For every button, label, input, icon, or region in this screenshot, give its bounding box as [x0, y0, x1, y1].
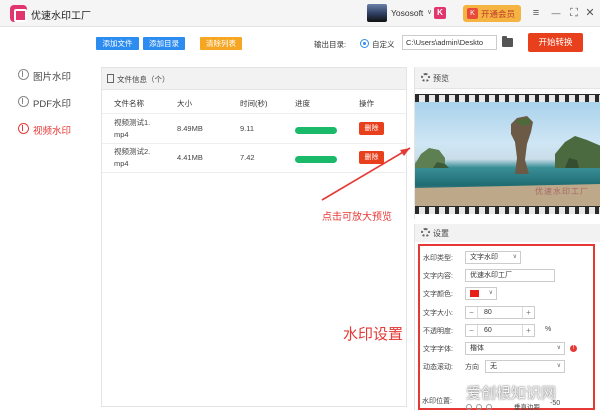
- image-watermark-icon: [18, 69, 29, 80]
- direction-select[interactable]: 无 ∨: [485, 360, 565, 373]
- video-watermark-icon: [18, 123, 29, 134]
- opacity-stepper[interactable]: − 60 +: [465, 324, 535, 337]
- sidebar-item-label: 图片水印: [33, 72, 72, 83]
- preview-scene: 优速水印工厂: [415, 102, 600, 206]
- add-file-button[interactable]: 添加文件: [96, 37, 139, 50]
- file-time: 7.42: [240, 153, 255, 162]
- file-size: 4.41MB: [177, 153, 203, 162]
- info-icon[interactable]: !: [570, 345, 577, 352]
- file-name: 视频测试2. mp4: [114, 147, 151, 168]
- settings-title: 设置: [433, 229, 449, 238]
- text-content-field[interactable]: 优速水印工厂: [465, 269, 555, 282]
- sidebar-item-label: 视频水印: [33, 126, 72, 137]
- preview-image[interactable]: 优速水印工厂: [415, 94, 600, 214]
- sidebar-item-label: PDF水印: [33, 99, 72, 110]
- dynamic-scroll-label: 动态滚动:: [423, 364, 453, 371]
- maximize-button[interactable]: ⛶: [566, 5, 582, 21]
- gear-icon: [421, 73, 430, 82]
- start-button[interactable]: 开始转换: [528, 33, 583, 52]
- column-header-progress: 进度: [295, 99, 310, 108]
- watermark-type-select[interactable]: 文字水印 ∨: [465, 251, 521, 264]
- settings-header: 设置: [415, 224, 600, 242]
- output-path-field[interactable]: C:\Users\admin\Deskto: [402, 35, 497, 50]
- brand-badge-icon: K: [434, 7, 446, 19]
- title-bar: 优速水印工厂 Yososoft ∨ K K 开通会员 ≡ — ⛶ ✕: [0, 0, 600, 27]
- direction-label: 方向: [465, 364, 479, 371]
- delete-button[interactable]: 删除: [359, 122, 384, 135]
- film-strip-bottom: [415, 207, 600, 214]
- text-size-stepper[interactable]: − 80 +: [465, 306, 535, 319]
- settings-hint-annotation: 水印设置: [343, 326, 404, 343]
- close-button[interactable]: ✕: [582, 5, 598, 21]
- chevron-down-icon: ∨: [556, 345, 561, 351]
- text-size-label: 文字大小:: [423, 310, 453, 317]
- progress-bar: [295, 127, 337, 134]
- chevron-down-icon[interactable]: ∨: [427, 8, 432, 16]
- decrement-button[interactable]: −: [466, 325, 478, 336]
- font-select[interactable]: 楷体 ∨: [465, 342, 565, 355]
- app-title: 优速水印工厂: [31, 11, 91, 22]
- file-name: 视频测试1. mp4: [114, 118, 151, 139]
- watermark-position-label: 水印位置:: [422, 398, 452, 405]
- color-swatch: [470, 290, 479, 297]
- clear-list-button[interactable]: 清除列表: [200, 37, 242, 50]
- output-dir-label: 输出目录:: [314, 40, 347, 49]
- document-icon: [107, 74, 114, 83]
- opacity-label: 不透明度:: [423, 328, 453, 335]
- sidebar: 图片水印 PDF水印 视频水印: [0, 28, 90, 410]
- file-size: 8.49MB: [177, 124, 203, 133]
- chevron-down-icon: ∨: [512, 254, 517, 260]
- film-strip-top: [415, 95, 600, 102]
- vip-icon: K: [467, 8, 478, 19]
- add-folder-button[interactable]: 添加目录: [143, 37, 185, 50]
- site-watermark: 爱创根知识网: [466, 385, 557, 402]
- preview-header: 预览: [415, 67, 600, 89]
- opacity-unit: %: [545, 326, 552, 333]
- custom-radio-label[interactable]: 自定义: [372, 39, 395, 50]
- preview-hint-annotation: 点击可放大预览: [322, 212, 392, 223]
- toolbar: 添加文件 添加目录 清除列表 输出目录: 自定义 C:\Users\admin\…: [90, 28, 600, 60]
- preview-panel: 预览 优速水印工厂: [414, 67, 600, 219]
- vip-button[interactable]: K 开通会员: [463, 5, 521, 22]
- decrement-button[interactable]: −: [466, 307, 478, 318]
- text-color-picker[interactable]: ∨: [465, 287, 497, 300]
- gear-icon: [421, 228, 430, 237]
- avatar[interactable]: [367, 4, 387, 22]
- app-logo-icon: [10, 5, 27, 22]
- custom-radio[interactable]: [360, 39, 369, 48]
- menu-icon[interactable]: ≡: [528, 5, 544, 21]
- divider: [102, 113, 406, 114]
- column-header-action: 操作: [359, 99, 374, 108]
- watermark-type-label: 水印类型:: [423, 255, 453, 262]
- preview-title: 预览: [433, 74, 449, 83]
- font-label: 文字字体:: [423, 346, 453, 353]
- file-time: 9.11: [240, 124, 255, 133]
- column-header-size: 大小: [177, 99, 192, 108]
- increment-button[interactable]: +: [522, 307, 534, 318]
- increment-button[interactable]: +: [522, 325, 534, 336]
- file-list-panel: 文件信息（个） 文件名称 大小 时间(秒) 进度 操作 视频测试1. mp4 8…: [101, 67, 407, 407]
- annotation-arrow: [321, 147, 411, 201]
- file-panel-title: 文件信息（个）: [117, 75, 170, 84]
- text-content-label: 文字内容:: [423, 273, 453, 280]
- chevron-down-icon: ∨: [556, 363, 561, 369]
- preview-watermark-text: 优速水印工厂: [535, 187, 589, 196]
- file-panel-header: 文件信息（个）: [102, 68, 406, 90]
- position-options[interactable]: [465, 404, 505, 410]
- username[interactable]: Yososoft: [391, 8, 423, 18]
- text-color-label: 文字颜色:: [423, 291, 453, 298]
- column-header-name: 文件名称: [114, 99, 144, 108]
- minimize-button[interactable]: —: [548, 5, 564, 21]
- vip-label: 开通会员: [481, 9, 516, 19]
- folder-icon[interactable]: [502, 36, 513, 47]
- column-header-time: 时间(秒): [240, 99, 268, 108]
- chevron-down-icon: ∨: [488, 290, 493, 296]
- pdf-watermark-icon: [18, 96, 29, 107]
